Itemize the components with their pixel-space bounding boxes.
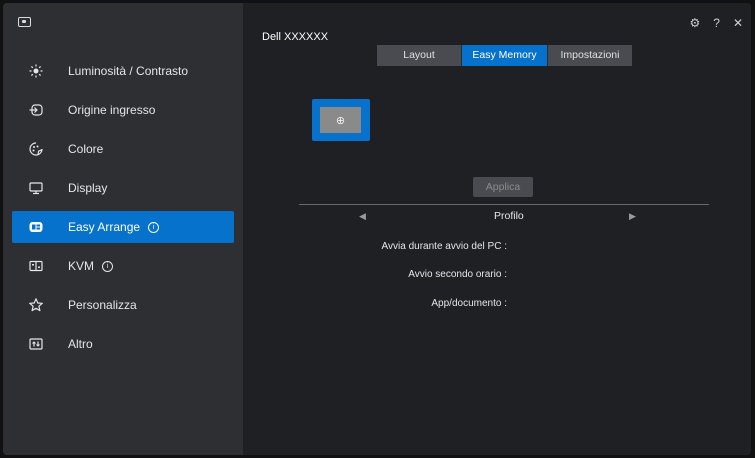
next-profile-icon[interactable]: ▶: [629, 211, 636, 222]
info-icon[interactable]: i: [102, 260, 114, 272]
brightness-icon: [28, 63, 44, 79]
sidebar-item-label: Colore: [68, 142, 104, 156]
app-document-label: App/documento :: [431, 298, 507, 309]
scheduled-launch-label: Avvio secondo orario :: [408, 269, 507, 280]
kvm-icon: [28, 258, 44, 274]
sidebar-item-others[interactable]: Altro: [12, 328, 234, 360]
sidebar-item-easy-arrange[interactable]: Easy Arrange i: [12, 211, 234, 243]
profile-selector: ◀ Profilo ▶: [299, 210, 709, 226]
sidebar-item-kvm[interactable]: KVM i: [12, 250, 234, 282]
sidebar-item-label: Personalizza: [68, 298, 137, 312]
add-layout-tile[interactable]: ⊕: [312, 99, 370, 141]
tab-layout[interactable]: Layout: [377, 45, 462, 66]
sidebar-item-brightness[interactable]: Luminosità / Contrasto: [12, 55, 234, 87]
sidebar-item-display[interactable]: Display: [12, 172, 234, 204]
sidebar-item-input-source[interactable]: Origine ingresso: [12, 94, 234, 126]
add-icon: ⊕: [335, 114, 346, 127]
tab-easy-memory[interactable]: Easy Memory: [462, 45, 548, 66]
window-controls: ⚙ ? ✕: [689, 17, 743, 29]
gear-icon[interactable]: ⚙: [689, 17, 700, 29]
sidebar-item-label: Altro: [68, 337, 93, 351]
color-icon: [28, 141, 44, 157]
others-icon: [28, 336, 44, 352]
main-panel: Dell XXXXXX ⚙ ? ✕ Layout Easy Memory Imp…: [243, 3, 751, 455]
sidebar-item-color[interactable]: Colore: [12, 133, 234, 165]
sidebar-item-label: KVM: [68, 259, 95, 273]
sidebar-item-label: Luminosità / Contrasto: [68, 64, 189, 78]
easy-arrange-icon: [28, 219, 44, 235]
divider: [299, 204, 709, 205]
monitor-title: Dell XXXXXX: [262, 31, 329, 43]
info-icon[interactable]: i: [148, 221, 160, 233]
sidebar-item-label: Display: [68, 181, 108, 195]
star-icon: [28, 297, 44, 313]
display-icon: [28, 180, 44, 196]
input-source-icon: [28, 102, 44, 118]
previous-profile-icon[interactable]: ◀: [359, 211, 366, 222]
monitor-app-icon: [18, 17, 31, 27]
sidebar-item-label: Origine ingresso: [68, 103, 156, 117]
profile-label: Profilo: [494, 210, 524, 222]
app-window: Luminosità / Contrasto Origine ingresso …: [3, 3, 751, 455]
tab-settings[interactable]: Impostazioni: [548, 45, 632, 66]
tab-bar: Layout Easy Memory Impostazioni: [377, 45, 632, 66]
launch-on-pc-start-label: Avvia durante avvio del PC :: [381, 241, 507, 252]
sidebar: Luminosità / Contrasto Origine ingresso …: [3, 3, 243, 455]
add-layout-slot: ⊕: [320, 107, 361, 133]
sidebar-item-label: Easy Arrange: [68, 220, 141, 234]
close-icon[interactable]: ✕: [733, 17, 743, 29]
apply-button[interactable]: Applica: [473, 177, 533, 197]
sidebar-item-personalize[interactable]: Personalizza: [12, 289, 234, 321]
help-icon[interactable]: ?: [713, 17, 720, 29]
